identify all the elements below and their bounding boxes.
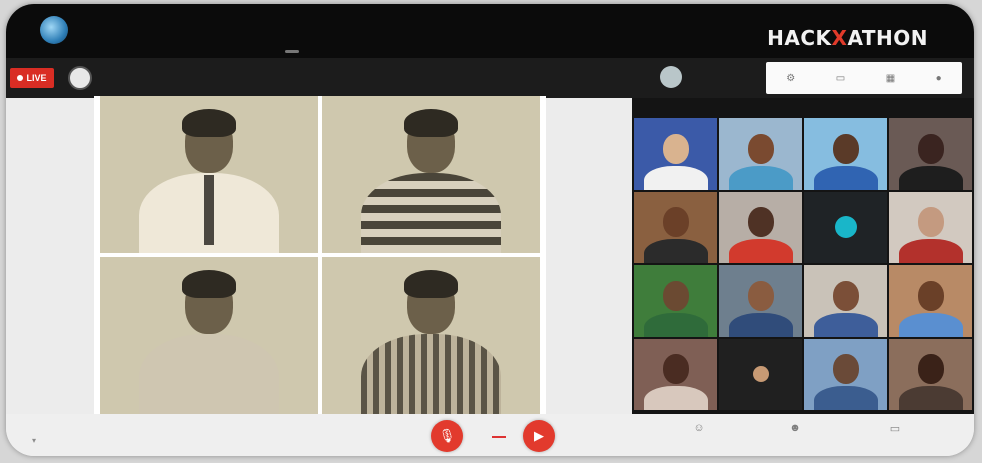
participant-face [917,133,944,164]
chevron-down-icon: ▾ [32,436,37,445]
participant-tile[interactable] [804,118,887,190]
portrait-hair [404,269,458,298]
portrait-2 [322,96,540,253]
camera-icon: ▶ [534,428,544,443]
org-logo [40,16,68,44]
bottom-item-2[interactable]: ☻ [760,422,830,436]
layout-icon[interactable]: ▦ [886,73,895,84]
participant-torso [813,165,878,190]
participant-tile[interactable] [634,265,717,337]
event-logo-x: X [831,26,848,50]
participant-tile[interactable] [889,265,972,337]
participant-tile[interactable] [719,118,802,190]
event-logo: HACKXATHON [767,26,928,50]
person-icon: ☺ [693,422,705,434]
participant-face [662,354,689,385]
participant-face [917,207,944,238]
screen-icon[interactable]: ▭ [836,73,845,84]
participant-tile[interactable] [804,265,887,337]
participant-torso [898,312,963,337]
participant-tile[interactable] [804,191,887,263]
live-badge: LIVE [10,68,54,88]
portrait-body [361,173,501,253]
mic-icon: 🎙 [438,428,456,443]
participant-torso [643,165,708,190]
participant-grid [634,118,972,410]
people-icon[interactable]: ● [936,73,942,84]
participant-tile[interactable] [634,191,717,263]
presenter-avatar [68,66,92,90]
participant-torso [728,239,793,263]
participant-torso [813,386,878,410]
participant-torso [643,239,708,263]
participant-tile[interactable] [889,191,972,263]
participant-face [662,207,689,238]
host-avatar [660,66,682,88]
participant-face [917,354,944,385]
participant-tile[interactable] [889,118,972,190]
portrait-4 [322,257,540,414]
participant-avatar-icon [752,366,769,383]
participant-torso [898,165,963,190]
participant-face [832,133,859,164]
participant-face [747,207,774,238]
participant-torso [813,312,878,337]
bottom-item-3[interactable]: ▭ [860,422,930,437]
screen-share-icon: ▭ [889,423,901,435]
participant-face [662,280,689,311]
bottom-item-1[interactable]: ☺ [664,422,734,436]
toolbox: ⚙ ▭ ▦ ● [766,62,962,94]
participant-avatar-icon [834,216,857,239]
portrait-hair [182,108,236,137]
top-bar: HACKXATHON [6,4,974,58]
people-icon: ☻ [789,422,801,434]
participant-tile[interactable] [634,338,717,410]
participant-tile[interactable] [719,265,802,337]
portrait-3 [100,257,318,414]
participant-tile[interactable] [889,338,972,410]
record-dot-icon [17,75,24,81]
bottom-bar: ▾ 🎙 ▶ ☺ ☻ ▭ [6,414,974,456]
participant-face [747,280,774,311]
participant-face [832,280,859,311]
participant-tile[interactable] [719,338,802,410]
participant-face [917,280,944,311]
participant-torso [898,239,963,263]
live-label: LIVE [26,73,47,83]
participant-face [832,354,859,385]
mic-toggle-button[interactable]: 🎙 [431,420,463,452]
presentation-area [94,96,546,414]
layout-select[interactable]: ▾ [32,436,36,445]
participant-tile[interactable] [804,338,887,410]
control-divider [492,436,506,438]
portrait-hair [404,108,458,137]
portrait-tie [204,175,214,245]
portrait-body [361,334,501,414]
participant-tile[interactable] [719,191,802,263]
participant-torso [643,386,708,410]
participant-torso [643,312,708,337]
portrait-hair [182,269,236,298]
participant-video-panel [632,98,974,414]
participant-face [747,133,774,164]
gear-icon[interactable]: ⚙ [786,73,795,84]
participant-torso [898,386,963,410]
slide-grid [100,96,540,414]
info-bar: LIVE ⚙ ▭ ▦ ● [6,58,974,98]
portrait-1 [100,96,318,253]
event-logo-part-a: HACK [767,26,832,50]
portrait-body [139,334,279,414]
topbar-handle [285,50,299,53]
event-logo-part-b: ATHON [847,26,928,50]
app-window: HACKXATHON LIVE ⚙ ▭ ▦ ● ▾ 🎙 ▶ ☺ ☻ ▭ [6,4,974,456]
participant-torso [728,312,793,337]
camera-toggle-button[interactable]: ▶ [523,420,555,452]
participant-tile[interactable] [634,118,717,190]
participant-torso [728,165,793,190]
participant-face [662,133,689,164]
